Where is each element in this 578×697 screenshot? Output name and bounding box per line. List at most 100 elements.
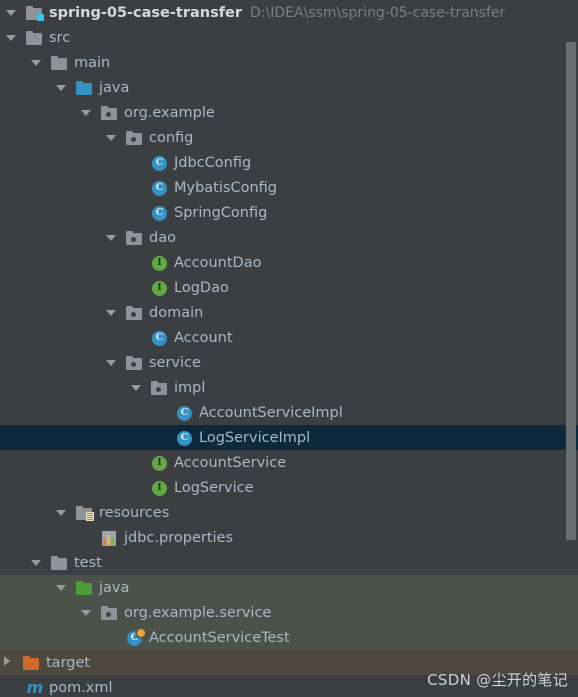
- java-interface-icon: I: [150, 254, 170, 272]
- tree-row[interactable]: java: [0, 75, 578, 100]
- java-class-icon: C: [150, 179, 170, 197]
- tree-row-label: domain: [149, 304, 204, 321]
- tree-row[interactable]: target: [0, 650, 578, 675]
- chevron-down-icon[interactable]: [3, 25, 20, 50]
- tree-row-label: impl: [174, 379, 206, 396]
- maven-pom-icon: m: [26, 677, 44, 697]
- tree-row[interactable]: C JdbcConfig: [0, 150, 578, 175]
- tree-row[interactable]: C AccountServiceTest: [0, 625, 578, 650]
- tree-row[interactable]: domain: [0, 300, 578, 325]
- chevron-down-icon[interactable]: [28, 550, 45, 575]
- tree-row-label: target: [46, 654, 91, 671]
- tree-twisty-spacer: [128, 250, 145, 275]
- tree-row-label: java: [99, 79, 130, 96]
- tree-twisty-spacer: [128, 150, 145, 175]
- tree-row-label: Account: [174, 329, 233, 346]
- tree-row[interactable]: service: [0, 350, 578, 375]
- tree-twisty-spacer: [3, 675, 20, 697]
- tree-twisty-spacer: [128, 200, 145, 225]
- tree-row-label: AccountServiceTest: [149, 629, 290, 646]
- chevron-down-icon[interactable]: [28, 50, 45, 75]
- tree-row-label: SpringConfig: [174, 204, 268, 221]
- folder-blue-icon: [75, 79, 95, 97]
- tree-row[interactable]: I LogDao: [0, 275, 578, 300]
- java-interface-icon: I: [150, 279, 170, 297]
- tree-twisty-spacer: [128, 325, 145, 350]
- chevron-down-icon[interactable]: [128, 375, 145, 400]
- tree-row-label: service: [149, 354, 201, 371]
- tree-row[interactable]: C Account: [0, 325, 578, 350]
- project-root-icon: [25, 4, 45, 22]
- tree-row[interactable]: impl: [0, 375, 578, 400]
- project-tree-panel[interactable]: spring-05-case-transfer D:\IDEA\ssm\sprin…: [0, 0, 578, 697]
- tree-row[interactable]: C AccountServiceImpl: [0, 400, 578, 425]
- tree-row[interactable]: dao: [0, 225, 578, 250]
- package-icon: [100, 604, 120, 622]
- tree-row[interactable]: main: [0, 50, 578, 75]
- tree-row[interactable]: m pom.xml: [0, 675, 578, 697]
- tree-row[interactable]: config: [0, 125, 578, 150]
- tree-row-label: LogService: [174, 479, 254, 496]
- tree-twisty-spacer: [153, 400, 170, 425]
- java-class-icon: C: [175, 404, 195, 422]
- java-interface-icon: I: [150, 454, 170, 472]
- tree-row[interactable]: C SpringConfig: [0, 200, 578, 225]
- package-icon: [100, 104, 120, 122]
- tree-row[interactable]: I LogService: [0, 475, 578, 500]
- tree-row[interactable]: I AccountService: [0, 450, 578, 475]
- tree-row[interactable]: resources: [0, 500, 578, 525]
- tree-row-label: org.example.service: [124, 604, 272, 621]
- chevron-down-icon[interactable]: [103, 225, 120, 250]
- chevron-down-icon[interactable]: [78, 600, 95, 625]
- package-icon: [125, 354, 145, 372]
- package-icon: [125, 229, 145, 247]
- chevron-down-icon[interactable]: [103, 125, 120, 150]
- folder-resources-icon: [75, 504, 95, 522]
- tree-row[interactable]: org.example.service: [0, 600, 578, 625]
- vertical-scrollbar-thumb[interactable]: [566, 42, 576, 540]
- tree-row[interactable]: org.example: [0, 100, 578, 125]
- tree-twisty-spacer: [78, 525, 95, 550]
- java-interface-icon: I: [150, 479, 170, 497]
- project-path-label: D:\IDEA\ssm\spring-05-case-transfer: [250, 4, 506, 21]
- chevron-down-icon[interactable]: [53, 575, 70, 600]
- java-class-icon: C: [150, 204, 170, 222]
- chevron-down-icon[interactable]: [103, 300, 120, 325]
- chevron-right-icon[interactable]: [0, 650, 17, 675]
- tree-row[interactable]: jdbc.properties: [0, 525, 578, 550]
- properties-file-icon: [100, 529, 120, 547]
- chevron-down-icon[interactable]: [103, 350, 120, 375]
- tree-row[interactable]: C MybatisConfig: [0, 175, 578, 200]
- tree-row[interactable]: test: [0, 550, 578, 575]
- tree-row-label: main: [74, 54, 111, 71]
- tree-twisty-spacer: [128, 175, 145, 200]
- tree-row-label: dao: [149, 229, 176, 246]
- tree-twisty-spacer: [153, 425, 170, 450]
- tree-row-label: JdbcConfig: [174, 154, 252, 171]
- chevron-down-icon[interactable]: [53, 500, 70, 525]
- tree-row[interactable]: java: [0, 575, 578, 600]
- package-icon: [125, 129, 145, 147]
- folder-gray-icon: [50, 554, 70, 572]
- tree-row-label: LogDao: [174, 279, 229, 296]
- folder-gray-icon: [50, 54, 70, 72]
- tree-row[interactable]: C LogServiceImpl: [0, 425, 578, 450]
- vertical-scrollbar[interactable]: [564, 0, 578, 697]
- tree-row[interactable]: src: [0, 25, 578, 50]
- chevron-down-icon[interactable]: [3, 0, 20, 25]
- chevron-down-icon[interactable]: [53, 75, 70, 100]
- tree-row[interactable]: spring-05-case-transfer D:\IDEA\ssm\sprin…: [0, 0, 578, 25]
- tree-row[interactable]: I AccountDao: [0, 250, 578, 275]
- chevron-down-icon[interactable]: [78, 100, 95, 125]
